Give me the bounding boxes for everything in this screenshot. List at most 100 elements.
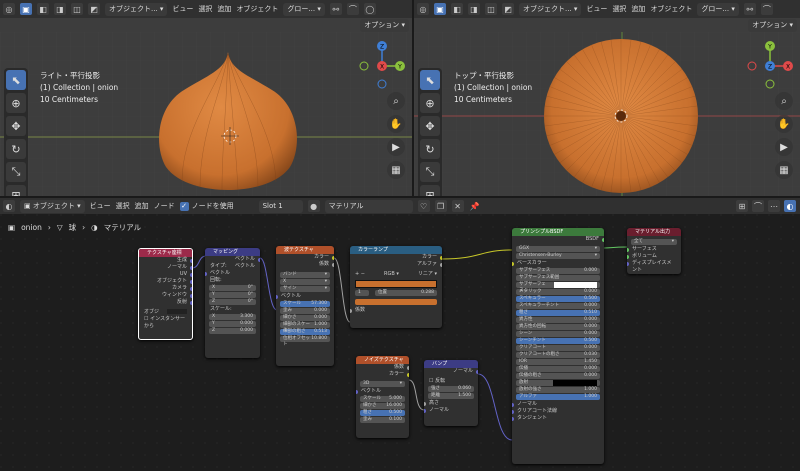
node-texture-coordinate[interactable]: テクスチャ座標 生成 ノーマル UV オブジェクト カメラ ウィンドウ 反射 オ… [138,248,193,340]
bsdf-field[interactable]: スペキュラーチント 0.000 [516,303,600,309]
move-tool-icon[interactable]: ✥ [420,116,440,136]
options-dropdown[interactable]: オプション ▾ [360,19,409,32]
camera-icon[interactable]: ▶ [775,138,793,156]
copy-icon[interactable]: ❐ [434,200,447,212]
node-canvas[interactable]: ▣ onion › ▽ 球 › ◑ マテリアル テクスチャ座標 生成 ノーマル … [0,214,800,471]
wave-phase-field[interactable]: 位相オフセット 10.800 [280,336,330,347]
node-mapping[interactable]: マッピング ベクトル タイプ: ベクトル ベクトル 回転: X 0° Y 0° Z 0°… [205,248,260,358]
menu-select[interactable]: 選択 [198,4,212,14]
wave-scale-field[interactable]: スケール 57.300 [280,301,330,307]
distribution-dropdown[interactable]: GGX ▾ [516,246,600,252]
breadcrumb-material[interactable]: マテリアル [104,222,141,233]
rotation-x-field[interactable]: X 0° [209,285,256,291]
ramp-mode-dropdown[interactable]: RGB ▾ [384,271,399,278]
navigation-gizmo[interactable]: Y Z X [742,38,798,94]
bsdf-field[interactable]: スペキュラー 0.500 [516,296,600,302]
bsdf-field[interactable]: 異方性の回転 0.000 [516,324,600,330]
transform-orientation-dropdown[interactable]: グロー... ▾ [283,2,325,16]
mode-difference-icon[interactable]: ◫ [485,3,497,15]
invert-checkbox[interactable]: ☐ 反転 [424,378,478,385]
transform-tool-icon[interactable]: ⊞ [420,185,440,196]
scale-y-field[interactable]: Y 0.000 [209,321,256,327]
render-preview-icon[interactable]: ◐ [784,200,796,212]
menu-view[interactable]: ビュー [172,4,193,14]
instancer-checkbox[interactable]: ☐ インスタンサーから [139,316,192,329]
bsdf-field[interactable]: クリアコート 0.000 [516,345,600,351]
pivot-icon[interactable]: ⚯ [743,3,756,15]
zoom-icon[interactable]: ⌕ [775,92,793,110]
menu-add[interactable]: 追加 [217,4,231,14]
wave-type-dropdown[interactable]: バンド ▾ [280,272,330,278]
scale-tool-icon[interactable]: ⤡ [6,162,26,182]
breadcrumb-mesh[interactable]: 球 [69,222,77,233]
camera-icon[interactable]: ▶ [387,138,405,156]
node-color-ramp[interactable]: カラーランプ カラー アルファ + − RGB ▾ リニア ▾ 1 位置 0.288 係… [350,246,442,328]
menu-select[interactable]: 選択 [116,201,130,211]
wave-distortion-field[interactable]: 歪み 0.000 [280,308,330,314]
rotation-z-field[interactable]: Z 0° [209,299,256,305]
rotation-y-field[interactable]: Y 0° [209,292,256,298]
mode-dropdown[interactable]: オブジェクト... ▾ [105,2,168,16]
bsdf-field[interactable]: 放射 [516,380,600,386]
grid-icon[interactable]: ▦ [775,161,793,179]
grid-icon[interactable]: ▦ [387,161,405,179]
bsdf-field[interactable]: アルファ 1.000 [516,394,600,400]
proportional-icon[interactable]: ◯ [363,3,376,15]
select-box-icon[interactable]: ▣ [434,3,446,15]
menu-object[interactable]: オブジェクト [236,4,278,14]
material-name-field[interactable]: マテリアル [324,199,413,213]
node-noise-texture[interactable]: ノイズテクスチャ 係数 カラー 3D ▾ ベクトル スケール 5.000 細かさ 16… [356,356,409,438]
shield-icon[interactable]: ♡ [417,200,430,212]
breadcrumb-object[interactable]: onion [21,223,42,232]
bsdf-field[interactable]: サブサーフェス範囲 [516,275,600,281]
cursor-tool-icon[interactable]: ⊕ [6,93,26,113]
select-tool-icon[interactable]: ⬉ [6,70,26,90]
snap-icon[interactable]: ⌒ [346,3,359,15]
right-viewport[interactable]: トップ・平行投影 (1) Collection | onion 10 Centi… [414,32,800,196]
wave-detail-roughness-field[interactable]: 細部の粗さ 0.513 [280,329,330,335]
snap-icon[interactable]: ⌒ [752,200,764,212]
editor-type-icon[interactable]: ◎ [3,3,15,15]
scale-z-field[interactable]: Z 0.000 [209,328,256,334]
menu-object[interactable]: オブジェクト [650,4,692,14]
ramp-interp-dropdown[interactable]: リニア ▾ [418,271,437,278]
transform-tool-icon[interactable]: ⊞ [6,185,26,196]
noise-roughness-field[interactable]: 粗さ 0.500 [360,410,405,416]
zoom-icon[interactable]: ⌕ [387,92,405,110]
scale-tool-icon[interactable]: ⤡ [420,162,440,182]
add-icon[interactable]: + − [355,271,365,278]
mode-extend-icon[interactable]: ◧ [451,3,463,15]
overlay-icon[interactable]: ⊞ [736,200,748,212]
bsdf-field[interactable]: IOR 1.450 [516,359,600,365]
close-icon[interactable]: ✕ [451,200,464,212]
noise-detail-field[interactable]: 細かさ 16.000 [360,403,405,409]
bsdf-field[interactable]: サブサーフェス 0.000 [516,268,600,274]
mode-extend-icon[interactable]: ◧ [37,3,49,15]
bsdf-field[interactable]: 粗さ 0.510 [516,310,600,316]
mode-intersect-icon[interactable]: ◩ [88,3,100,15]
bsdf-field[interactable]: シーン 0.000 [516,331,600,337]
select-tool-icon[interactable]: ⬉ [420,70,440,90]
navigation-gizmo[interactable]: Z Y X [354,38,410,94]
stop-position-field[interactable]: 位置 0.288 [375,290,437,296]
editor-type-icon[interactable]: ◎ [417,3,429,15]
stop-index-field[interactable]: 1 [355,290,369,296]
menu-view[interactable]: ビュー [586,4,607,14]
color-ramp-bar[interactable] [355,280,437,288]
menu-add[interactable]: 追加 [631,4,645,14]
wave-axis-dropdown[interactable]: X ▾ [280,279,330,285]
snap-icon[interactable]: ⌒ [760,3,773,15]
wave-detail-scale-field[interactable]: 細部のスケール 1.000 [280,322,330,333]
pan-hand-icon[interactable]: ✋ [775,115,793,133]
menu-select[interactable]: 選択 [612,4,626,14]
pivot-icon[interactable]: ⚯ [329,3,342,15]
bump-strength-field[interactable]: 強さ 0.060 [428,386,474,392]
cursor-tool-icon[interactable]: ⊕ [420,93,440,113]
node-wave-texture[interactable]: 波テクスチャ カラー 係数 バンド ▾ X ▾ サイン ▾ ベクトル スケール 57.3… [276,246,334,366]
object-field-row[interactable]: オブジ [139,309,192,316]
options-dropdown[interactable]: オプション ▾ [748,19,797,32]
mode-dropdown[interactable]: オブジェクト... ▾ [519,2,582,16]
scale-x-field[interactable]: X 3.300 [209,314,256,320]
bsdf-field[interactable]: メタリック 0.000 [516,289,600,295]
snap-options-icon[interactable]: ⋯ [768,200,780,212]
